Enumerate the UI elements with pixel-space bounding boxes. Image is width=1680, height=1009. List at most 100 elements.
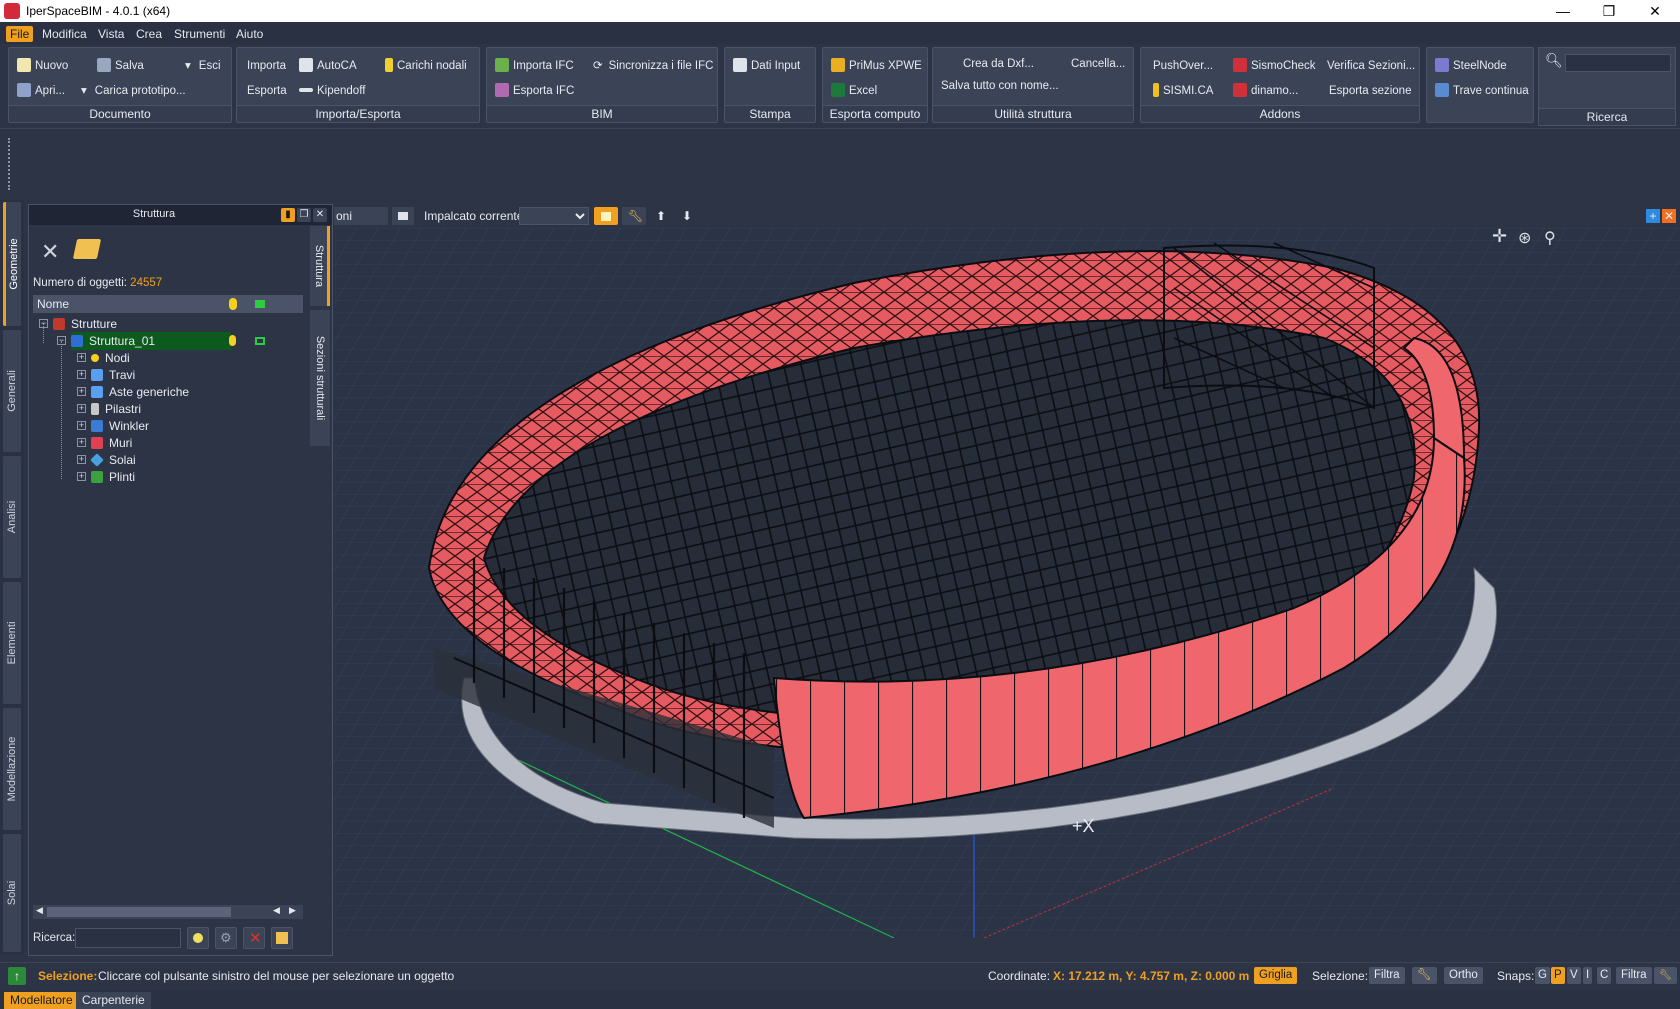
menu-crea[interactable]: Crea bbox=[132, 26, 166, 42]
scroll-right-icon[interactable]: ▶ bbox=[289, 905, 296, 916]
tab-solai[interactable]: Solai bbox=[3, 834, 21, 952]
dati-input-button[interactable]: Dati Input bbox=[733, 56, 800, 76]
cancella-button[interactable]: Cancella... bbox=[1071, 54, 1125, 74]
sismocheck-button[interactable]: SismoCheck bbox=[1233, 56, 1316, 76]
menu-aiuto[interactable]: Aiuto bbox=[232, 26, 267, 42]
dinamo-button[interactable]: dinamo... bbox=[1233, 81, 1298, 101]
tree-item-struttura-01[interactable]: Struttura_01 bbox=[71, 332, 231, 350]
expander[interactable]: + bbox=[77, 455, 86, 464]
pin-icon[interactable]: ▮ bbox=[281, 208, 295, 222]
filter-button[interactable] bbox=[271, 927, 293, 949]
add-view-button[interactable]: + bbox=[1646, 209, 1660, 223]
steelnode-button[interactable]: SteelNode bbox=[1435, 56, 1507, 76]
menu-vista[interactable]: Vista bbox=[94, 26, 128, 42]
autoca-button[interactable]: AutoCA bbox=[299, 56, 357, 76]
menu-strumenti[interactable]: Strumenti bbox=[170, 26, 229, 42]
tab-sezioni-strutturali[interactable]: Sezioni strutturali bbox=[310, 310, 330, 446]
floor-select[interactable] bbox=[519, 207, 589, 225]
ortho-toggle[interactable]: Ortho bbox=[1444, 967, 1483, 984]
tree-item-strutture[interactable]: Strutture bbox=[53, 315, 117, 333]
folder-icon[interactable] bbox=[72, 239, 102, 259]
tree-search-input[interactable] bbox=[75, 928, 181, 948]
snap-c[interactable]: C bbox=[1597, 967, 1612, 984]
zoom-icon[interactable]: ⚲ bbox=[1544, 228, 1556, 248]
kipendoff-button[interactable]: Kipendoff bbox=[299, 81, 365, 101]
expander[interactable]: + bbox=[77, 472, 86, 481]
tree-item-plinti[interactable]: Plinti bbox=[91, 468, 135, 486]
floor-up-button[interactable]: ⬆ bbox=[656, 207, 666, 225]
griglia-toggle[interactable]: Griglia bbox=[1254, 967, 1298, 984]
maximize-button[interactable]: ❐ bbox=[1586, 0, 1632, 22]
nuovo-button[interactable]: Nuovo bbox=[17, 56, 68, 76]
importa-ifc-button[interactable]: Importa IFC bbox=[495, 56, 574, 76]
expander[interactable]: + bbox=[77, 421, 86, 430]
tree-item-muri[interactable]: Muri bbox=[91, 434, 132, 452]
importa-button[interactable]: Importa bbox=[247, 56, 286, 76]
tab-generali[interactable]: Generali bbox=[3, 330, 21, 452]
expander[interactable]: + bbox=[77, 404, 86, 413]
filtra-button[interactable]: Filtra bbox=[1369, 967, 1405, 984]
expander[interactable]: + bbox=[77, 438, 86, 447]
expander[interactable]: − bbox=[39, 319, 48, 328]
sincronizza-ifc-button[interactable]: ⟳ Sincronizza i file IFC bbox=[593, 56, 713, 76]
carica-prototipo-button[interactable]: ▾ Carica prototipo... bbox=[81, 81, 186, 101]
view-tab[interactable]: oni vista... bbox=[334, 207, 388, 225]
snap-filtra-button[interactable]: Filtra bbox=[1616, 967, 1652, 984]
salva-button[interactable]: Salva bbox=[97, 56, 144, 76]
horizontal-scrollbar[interactable]: ◀ ◀ ▶ bbox=[33, 905, 303, 919]
column-name-header[interactable]: Nome bbox=[37, 297, 69, 311]
tab-modellatore[interactable]: Modellatore bbox=[4, 992, 79, 1009]
expander[interactable]: + bbox=[77, 353, 86, 362]
orbit-icon[interactable]: ⊛ bbox=[1518, 228, 1531, 248]
snap-g[interactable]: G bbox=[1535, 967, 1550, 984]
tab-geometrie[interactable]: Geometrie bbox=[3, 202, 21, 326]
minimize-button[interactable]: — bbox=[1540, 0, 1586, 22]
expander[interactable]: − bbox=[57, 336, 66, 345]
close-view-button[interactable]: ✕ bbox=[1662, 209, 1676, 223]
tab-analisi[interactable]: Analisi bbox=[3, 456, 21, 578]
scroll-thumb[interactable] bbox=[47, 907, 231, 917]
expander[interactable]: + bbox=[77, 387, 86, 396]
pan-icon[interactable]: ✛ bbox=[1492, 228, 1507, 247]
clear-button[interactable]: ✕ bbox=[243, 927, 265, 949]
toolbar-grip[interactable] bbox=[8, 138, 11, 190]
verifica-sezioni-button[interactable]: Verifica Sezioni... bbox=[1327, 56, 1415, 76]
view-tab-icon[interactable] bbox=[392, 207, 414, 225]
unlock-icon[interactable] bbox=[255, 337, 265, 345]
excel-button[interactable]: Excel bbox=[831, 81, 877, 101]
pushover-button[interactable]: PushOver... bbox=[1153, 56, 1213, 76]
menu-modifica[interactable]: Modifica bbox=[38, 26, 91, 42]
tab-carpenterie[interactable]: Carpenterie bbox=[76, 992, 151, 1009]
salva-tutto-button[interactable]: Salva tutto con nome... bbox=[941, 76, 1059, 96]
tab-modellazione[interactable]: Modellazione bbox=[3, 708, 21, 830]
ribbon-search-input[interactable] bbox=[1565, 54, 1671, 72]
esporta-button[interactable]: Esporta bbox=[247, 81, 287, 101]
snap-i[interactable]: I bbox=[1583, 967, 1593, 984]
trave-continua-button[interactable]: Trave continua bbox=[1435, 81, 1529, 101]
tree-item-travi[interactable]: Travi bbox=[91, 366, 135, 384]
tree-item-aste[interactable]: Aste generiche bbox=[91, 383, 189, 401]
primus-button[interactable]: PriMus XPWE bbox=[831, 56, 922, 76]
close-button[interactable]: ✕ bbox=[1632, 0, 1678, 22]
apri-button[interactable]: Apri... bbox=[17, 81, 65, 101]
snap-v[interactable]: V bbox=[1567, 967, 1581, 984]
tab-elementi[interactable]: Elementi bbox=[3, 582, 21, 704]
tree-item-solai[interactable]: Solai bbox=[90, 451, 136, 469]
find-button[interactable] bbox=[187, 927, 209, 949]
filter-settings-button[interactable]: 🔧︎ bbox=[1412, 967, 1437, 984]
esci-button[interactable]: ▾ Esci bbox=[185, 56, 221, 76]
tree-item-nodi[interactable]: Nodi bbox=[91, 349, 130, 367]
scroll-left-icon[interactable]: ◀ bbox=[273, 905, 280, 916]
scroll-left-icon[interactable]: ◀ bbox=[36, 905, 43, 916]
tree-item-winkler[interactable]: Winkler bbox=[91, 417, 149, 435]
tab-struttura[interactable]: Struttura bbox=[310, 226, 330, 306]
float-icon[interactable]: ❐ bbox=[297, 208, 311, 222]
tree-item-pilastri[interactable]: Pilastri bbox=[91, 400, 141, 418]
options-button[interactable]: ⚙ bbox=[215, 927, 237, 949]
visible-icon[interactable] bbox=[229, 335, 236, 346]
3d-viewport[interactable]: +X ✛ ⊛ ⚲ bbox=[334, 228, 1680, 938]
close-panel-icon[interactable]: ✕ bbox=[313, 208, 327, 222]
menu-file[interactable]: File bbox=[6, 26, 34, 42]
delete-icon[interactable]: ✕ bbox=[41, 239, 59, 265]
wrench-button[interactable]: 🔧︎ bbox=[622, 207, 646, 225]
